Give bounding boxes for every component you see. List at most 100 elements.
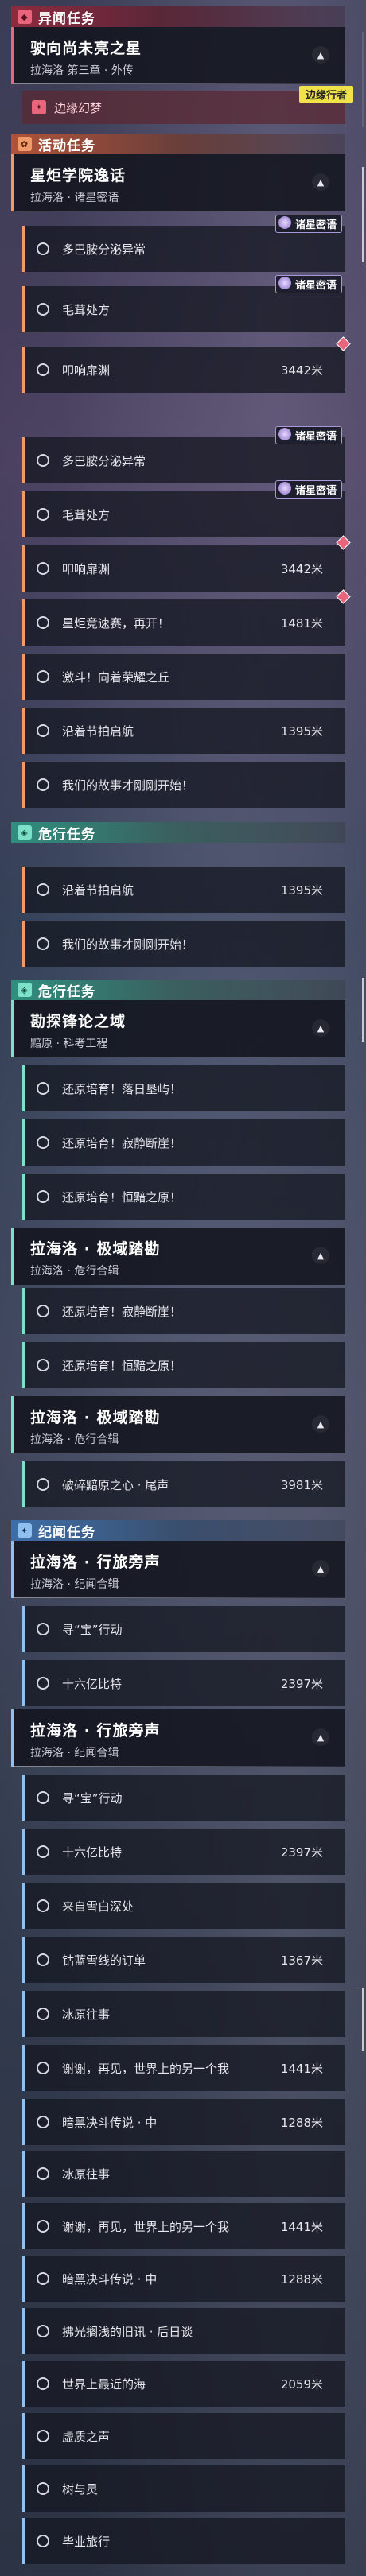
collapse-chevron-icon[interactable]: ▲ (312, 46, 329, 64)
mission-step[interactable]: 世界上最近的海 2059米 (22, 2361, 345, 2407)
collapse-chevron-icon[interactable]: ▲ (312, 1728, 329, 1746)
mission-step[interactable]: 还原培育！落日垦屿！ (22, 1065, 345, 1111)
step-status-circle-icon (37, 303, 49, 316)
step-status-circle-icon (37, 1359, 49, 1371)
mission-step[interactable]: 还原培育！寂静断崖！ (22, 1288, 345, 1334)
step-status-circle-icon (37, 883, 49, 896)
step-label: 树与灵 (62, 2481, 99, 2496)
mission-card-xingju[interactable]: 星炬学院逸话 拉海洛 · 诸星密语 ▲ (11, 154, 345, 211)
category-header-yiwen[interactable]: ◆ 异闻任务 (11, 6, 345, 27)
mission-step[interactable]: 寻“宝”行动 (22, 1606, 345, 1652)
step-accent-bar (22, 2203, 25, 2249)
step-status-circle-icon (37, 1953, 49, 1966)
step-status-circle-icon (37, 937, 49, 950)
mission-step[interactable]: 来自雪白深处 (22, 1883, 345, 1929)
step-label: 十六亿比特 (62, 1845, 123, 1860)
category-header-weixing[interactable]: ◈ 危行任务 (11, 822, 345, 843)
mission-step[interactable]: 还原培育！恒黯之原！ (22, 1342, 345, 1388)
star-whisper-icon (278, 277, 291, 289)
mission-card-chiyu[interactable]: 驶向尚未亮之星 拉海洛 第三章 · 外传 ▲ (11, 27, 345, 84)
mission-step[interactable]: 拂光搁浅的旧讯 · 后日谈 (22, 2308, 345, 2354)
mission-step[interactable]: 冰原往事 (22, 1991, 345, 2037)
step-label: 寻“宝”行动 (62, 1790, 123, 1806)
collapse-chevron-icon[interactable]: ▲ (312, 1019, 329, 1037)
mission-step[interactable]: 多巴胺分泌异常 诸星密语 (22, 426, 345, 483)
step-label: 还原培育！恒黯之原！ (62, 1189, 182, 1205)
marker-diamond-icon (336, 535, 351, 550)
mission-step[interactable]: 寻“宝”行动 (22, 1775, 345, 1821)
mission-step[interactable]: 破碎黯原之心 · 尾声 3981米 (22, 1461, 345, 1507)
step-accent-bar (22, 437, 25, 483)
step-label: 冰原往事 (62, 2167, 111, 2182)
mission-step[interactable]: 沿着节拍启航 1395米 (22, 867, 345, 913)
mission-step[interactable]: 谢谢，再见，世界上的另一个我 1441米 (22, 2045, 345, 2091)
mission-step[interactable]: 还原培育！恒黯之原！ (22, 1174, 345, 1220)
step-status-circle-icon (37, 2272, 49, 2285)
step-status-circle-icon (37, 242, 49, 255)
mission-step[interactable]: 多巴胺分泌异常 诸星密语 (22, 215, 345, 272)
mission-step[interactable]: 虚质之声 (22, 2413, 345, 2459)
mission-step[interactable]: 十六亿比特 2397米 (22, 1829, 345, 1875)
category-header-weixing[interactable]: ◈ 危行任务 (11, 980, 345, 1000)
collapse-chevron-icon[interactable]: ▲ (312, 1560, 329, 1577)
collapse-chevron-icon[interactable]: ▲ (312, 1415, 329, 1433)
mission-step[interactable]: 激斗！向着荣耀之丘 (22, 654, 345, 700)
mission-step[interactable]: 毛茸处方 诸星密语 (22, 275, 345, 332)
mission-card-jiyu[interactable]: 拉海洛 · 极域踏勘 拉海洛 · 危行合辑 ▲ (11, 1228, 345, 1285)
step-accent-bar (22, 1119, 25, 1166)
status-badge: 诸星密语 (274, 215, 342, 233)
mission-step[interactable]: 还原培育！寂静断崖！ (22, 1119, 345, 1166)
mission-step[interactable]: 毕业旅行 (22, 2518, 345, 2564)
mission-subtitle: 拉海洛 · 纪闻合辑 (30, 1578, 119, 1591)
step-accent-bar (22, 1883, 25, 1929)
category-header-jiwen[interactable]: ✦ 纪闻任务 (11, 1520, 345, 1541)
mission-step[interactable]: 暗黑决斗传说 · 中 1288米 (22, 2099, 345, 2145)
mission-card-jiyu[interactable]: 拉海洛 · 极域踏勘 拉海洛 · 危行合辑 ▲ (11, 1396, 345, 1453)
divider (11, 1766, 345, 1767)
step-label: 来自雪白深处 (62, 1899, 134, 1914)
step-label: 多巴胺分泌异常 (62, 453, 146, 468)
step-accent-bar (22, 2256, 25, 2302)
mission-step[interactable]: 树与灵 (22, 2465, 345, 2512)
mission-step[interactable]: 沿着节拍启航 1395米 (22, 708, 345, 754)
star-whisper-icon (278, 428, 291, 440)
step-distance: 1288米 (280, 2115, 323, 2130)
mission-step[interactable]: 毛茸处方 诸星密语 (22, 480, 345, 537)
mission-step[interactable]: 十六亿比特 2397米 (22, 1660, 345, 1706)
step-accent-bar (22, 2361, 25, 2407)
category-header-huodong[interactable]: ✿ 活动任务 (11, 134, 345, 154)
mission-card-xinglv[interactable]: 拉海洛 · 行旅旁声 拉海洛 · 纪闻合辑 ▲ (11, 1709, 345, 1767)
step-status-circle-icon (37, 1082, 49, 1095)
scrollbar-thumb[interactable] (362, 167, 364, 262)
mission-step[interactable]: 星炬竞速赛，再开！ 1481米 (22, 589, 351, 646)
mission-step-bianyuan[interactable]: ✦ 边缘幻梦 边缘行者 (22, 86, 353, 124)
mission-title: 拉海洛 · 极域踏勘 (30, 1409, 161, 1426)
mission-card-kantan[interactable]: 勘探锋论之域 黯原 · 科考工程 ▲ (11, 1000, 345, 1057)
collapse-chevron-icon[interactable]: ▲ (312, 1247, 329, 1264)
quest-segment-2: 多巴胺分泌异常 诸星密语 毛茸处方 诸星密语 叩响扉渊 3442米 星炬竞速赛，… (11, 426, 351, 843)
step-accent-bar (22, 2518, 25, 2564)
step-status-circle-icon (37, 363, 49, 376)
step-distance: 1395米 (280, 724, 323, 739)
chronicle-category-icon: ✦ (18, 1523, 32, 1538)
mission-card-xinglv[interactable]: 拉海洛 · 行旅旁声 拉海洛 · 纪闻合辑 ▲ (11, 1541, 345, 1598)
mission-step[interactable]: 钴蓝雪线的订单 1367米 (22, 1937, 345, 1983)
step-distance: 2059米 (280, 2376, 323, 2392)
step-status-circle-icon (37, 724, 49, 737)
mission-step[interactable]: 我们的故事才刚刚开始！ (22, 921, 345, 967)
scrollbar-track[interactable] (362, 32, 364, 127)
collapse-chevron-icon[interactable]: ▲ (312, 173, 329, 191)
badge-label: 诸星密语 (294, 219, 337, 231)
mission-step[interactable]: 暗黑决斗传说 · 中 1288米 (22, 2256, 345, 2302)
scrollbar-thumb[interactable] (362, 1988, 364, 2051)
mission-title: 拉海洛 · 极域踏勘 (30, 1240, 161, 1258)
scrollbar-thumb[interactable] (362, 978, 364, 1042)
mission-step[interactable]: 叩响扉渊 3442米 (22, 535, 351, 592)
mission-step[interactable]: 叩响扉渊 3442米 (22, 336, 351, 393)
step-accent-bar (22, 226, 25, 272)
mission-step[interactable]: 冰原往事 (22, 2151, 345, 2197)
step-label: 暗黑决斗传说 · 中 (62, 2115, 158, 2130)
mission-step[interactable]: 我们的故事才刚刚开始！ (22, 762, 345, 808)
mission-step[interactable]: 谢谢，再见，世界上的另一个我 1441米 (22, 2203, 345, 2249)
step-accent-bar (22, 762, 25, 808)
